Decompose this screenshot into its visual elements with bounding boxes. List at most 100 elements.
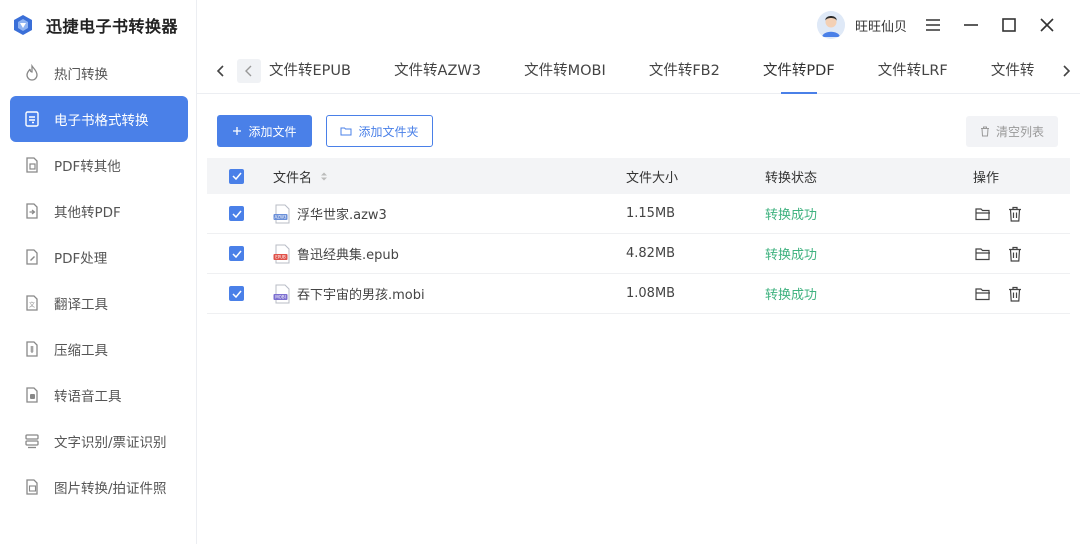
- file-name: 浮华世家.azw3: [297, 208, 387, 223]
- plus-icon: [232, 126, 242, 136]
- status-badge: 转换成功: [765, 248, 818, 263]
- delete-icon[interactable]: [1005, 204, 1025, 224]
- ebook-convert-icon: [22, 109, 42, 129]
- pdf-to-other-icon: [22, 155, 42, 175]
- maximize-button[interactable]: [990, 12, 1028, 38]
- check-icon: [231, 210, 242, 218]
- sidebar-item-label: 压缩工具: [54, 343, 108, 359]
- sidebar-nav: 热门转换 电子书格式转换 PDF转其他 其他转PDF PDF处理 文 翻译工具 …: [10, 50, 188, 510]
- select-all-checkbox[interactable]: [229, 158, 244, 194]
- chevron-left-icon: [216, 65, 224, 77]
- tab-scroll-left-button[interactable]: [209, 59, 233, 83]
- ops-cell: [973, 274, 1037, 313]
- add-folder-label: 添加文件夹: [358, 124, 419, 139]
- status-badge: 转换成功: [765, 208, 818, 223]
- header-name[interactable]: 文件名: [273, 158, 328, 194]
- format-tabs: 文件转EPUB 文件转AZW3 文件转MOBI 文件转FB2 文件转PDF 文件…: [197, 50, 1080, 94]
- status-cell: 转换成功: [765, 274, 817, 313]
- row-checkbox[interactable]: [229, 234, 244, 273]
- tab-to-azw3[interactable]: 文件转AZW3: [394, 50, 481, 94]
- close-button[interactable]: [1028, 12, 1066, 38]
- file-name-cell: AZW3 浮华世家.azw3: [273, 194, 387, 233]
- check-icon: [231, 290, 242, 298]
- table-body: AZW3 浮华世家.azw3 1.15MB 转换成功 EPUB 鲁迅经典集.epub 4.8…: [207, 194, 1070, 314]
- sidebar-item-ebook-convert[interactable]: 电子书格式转换: [10, 96, 188, 142]
- file-size: 1.15MB: [626, 206, 676, 221]
- svg-text:文: 文: [29, 301, 35, 309]
- file-size: 1.08MB: [626, 286, 676, 301]
- minimize-button[interactable]: [952, 12, 990, 38]
- username: 旺旺仙贝: [855, 19, 908, 35]
- sort-icon[interactable]: [320, 171, 328, 182]
- tab-to-mobi[interactable]: 文件转MOBI: [524, 50, 606, 94]
- sidebar: 迅捷电子书转换器 热门转换 电子书格式转换 PDF转其他 其他转PDF PDF处…: [0, 0, 197, 544]
- file-name-cell: EPUB 鲁迅经典集.epub: [273, 234, 399, 273]
- minimize-icon: [964, 24, 978, 26]
- user-profile[interactable]: 旺旺仙贝: [817, 10, 907, 40]
- sidebar-item-hot[interactable]: 热门转换: [10, 50, 188, 96]
- sidebar-item-pdf-to-other[interactable]: PDF转其他: [10, 142, 188, 188]
- sidebar-item-translate[interactable]: 文 翻译工具: [10, 280, 188, 326]
- checkbox[interactable]: [229, 286, 244, 301]
- chevron-right-icon: [1063, 65, 1071, 77]
- file-type-icon: MOBI: [273, 284, 291, 304]
- tab-scroll-first-button[interactable]: [237, 59, 261, 83]
- file-badge-label: MOBI: [275, 294, 286, 299]
- table-row[interactable]: AZW3 浮华世家.azw3 1.15MB 转换成功: [207, 194, 1070, 234]
- file-type-icon: AZW3: [273, 204, 291, 224]
- row-checkbox[interactable]: [229, 274, 244, 313]
- delete-icon[interactable]: [1005, 244, 1025, 264]
- translate-icon: 文: [22, 293, 42, 313]
- sidebar-item-ocr[interactable]: 文字识别/票证识别: [10, 418, 188, 464]
- window-controls: [914, 12, 1066, 38]
- header-name-label: 文件名: [273, 170, 313, 186]
- sidebar-item-other-to-pdf[interactable]: 其他转PDF: [10, 188, 188, 234]
- tab-to-lrf[interactable]: 文件转LRF: [878, 50, 948, 94]
- maximize-icon: [1002, 18, 1016, 32]
- tab-to-pdf[interactable]: 文件转PDF: [763, 50, 835, 94]
- sidebar-item-pdf-process[interactable]: PDF处理: [10, 234, 188, 280]
- sidebar-item-label: 热门转换: [54, 67, 108, 83]
- brand: 迅捷电子书转换器: [12, 10, 178, 40]
- menu-button[interactable]: [914, 12, 952, 38]
- table-row[interactable]: EPUB 鲁迅经典集.epub 4.82MB 转换成功: [207, 234, 1070, 274]
- status-cell: 转换成功: [765, 234, 817, 273]
- speech-icon: [22, 385, 42, 405]
- clear-list-button[interactable]: 清空列表: [966, 116, 1058, 147]
- sidebar-item-image-convert[interactable]: 图片转换/拍证件照: [10, 464, 188, 510]
- image-convert-icon: [22, 477, 42, 497]
- checkbox[interactable]: [229, 246, 244, 261]
- checkbox[interactable]: [229, 168, 244, 184]
- folder-icon: [340, 126, 352, 136]
- tab-scroll-right-button[interactable]: [1054, 59, 1078, 83]
- header-ops: 操作: [973, 170, 1000, 186]
- sidebar-item-label: 文字识别/票证识别: [54, 435, 167, 451]
- file-table: 文件名 文件大小 转换状态 操作 AZW3 浮华世家.azw3 1.15MB 转换成功…: [207, 158, 1070, 314]
- row-checkbox[interactable]: [229, 194, 244, 233]
- sidebar-item-speech[interactable]: 转语音工具: [10, 372, 188, 418]
- trash-icon: [980, 126, 990, 137]
- file-badge-label: EPUB: [275, 254, 286, 259]
- ocr-icon: [22, 431, 42, 451]
- checkbox[interactable]: [229, 206, 244, 221]
- open-folder-icon[interactable]: [973, 244, 993, 264]
- tab-to-more[interactable]: 文件转: [991, 50, 1035, 94]
- close-icon: [1040, 18, 1054, 32]
- sidebar-item-compress[interactable]: 压缩工具: [10, 326, 188, 372]
- compress-icon: [22, 339, 42, 359]
- toolbar: 添加文件 添加文件夹 清空列表: [197, 94, 1080, 156]
- delete-icon[interactable]: [1005, 284, 1025, 304]
- add-folder-button[interactable]: 添加文件夹: [326, 115, 433, 147]
- add-file-button[interactable]: 添加文件: [217, 115, 312, 147]
- tab-to-epub[interactable]: 文件转EPUB: [269, 50, 351, 94]
- sidebar-item-label: 其他转PDF: [54, 205, 121, 221]
- tab-to-fb2[interactable]: 文件转FB2: [649, 50, 720, 94]
- table-row[interactable]: MOBI 吞下宇宙的男孩.mobi 1.08MB 转换成功: [207, 274, 1070, 314]
- open-folder-icon[interactable]: [973, 204, 993, 224]
- file-badge-label: AZW3: [275, 214, 287, 219]
- file-size: 4.82MB: [626, 246, 676, 261]
- open-folder-icon[interactable]: [973, 284, 993, 304]
- avatar[interactable]: [817, 11, 845, 39]
- add-file-label: 添加文件: [248, 124, 297, 139]
- check-icon: [231, 250, 242, 258]
